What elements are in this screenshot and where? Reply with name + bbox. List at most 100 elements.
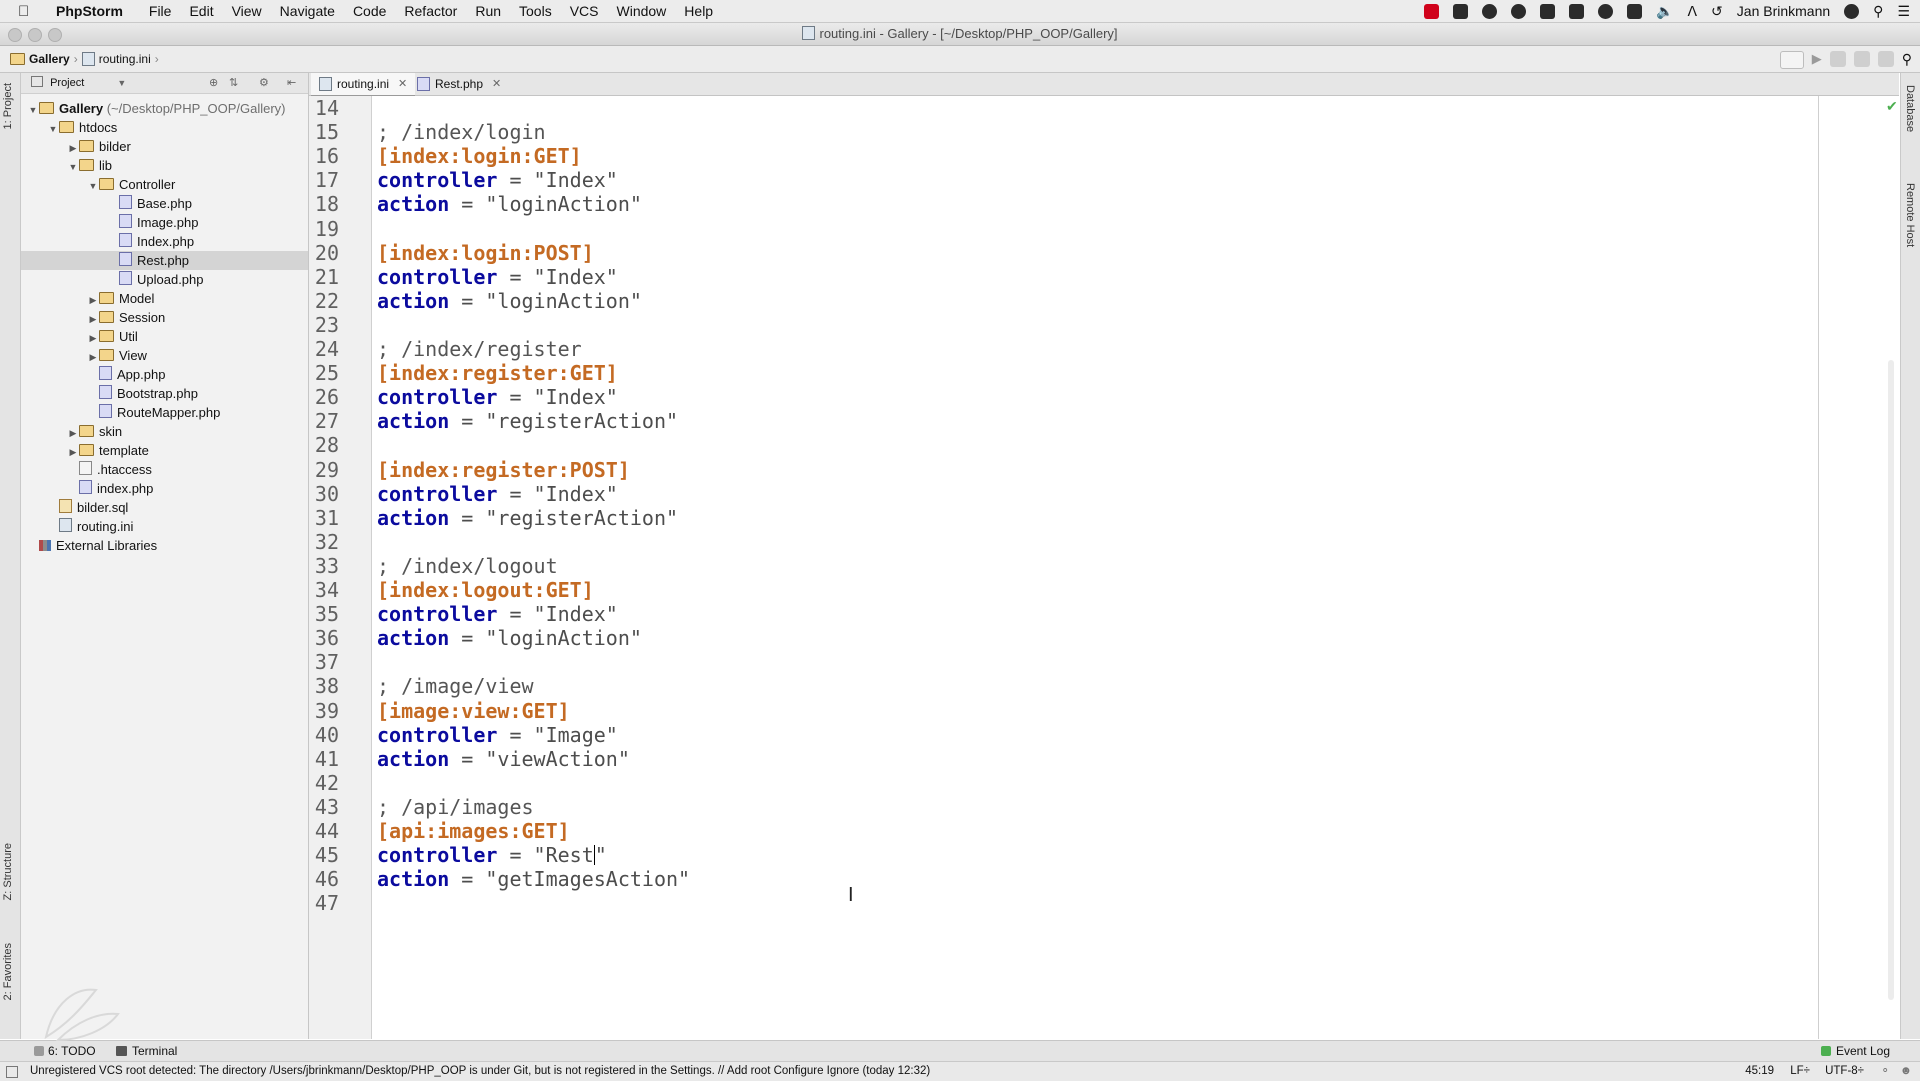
bluetooth-icon[interactable]: ᐱ — [1687, 3, 1697, 20]
notification-center-icon[interactable]: ☰ — [1897, 3, 1910, 20]
apple-icon[interactable]:  — [18, 3, 42, 20]
close-tab-icon[interactable]: ✕ — [492, 73, 501, 95]
code-line[interactable]: action = "viewAction" — [377, 747, 630, 771]
line-number-gutter[interactable]: 14 15 16 17 18 19 20 21 22 23 24 25 26 27 28 29 30 31 32 33… — [309, 96, 372, 1039]
code-line[interactable]: [api:images:GET] — [377, 819, 570, 843]
breadcrumb-file[interactable]: routing.ini — [99, 52, 151, 66]
menu-refactor[interactable]: Refactor — [404, 3, 457, 19]
menu-tools[interactable]: Tools — [519, 3, 552, 19]
inspection-ok-icon[interactable]: ✔ — [1886, 98, 1898, 115]
menu-run[interactable]: Run — [475, 3, 501, 19]
tab-routing-ini[interactable]: routing.ini ✕ — [311, 73, 416, 97]
code-line[interactable]: action = "getImagesAction" — [377, 867, 690, 891]
tree-item[interactable]: .htaccess — [21, 460, 308, 479]
tab-rest-php[interactable]: Rest.php ✕ — [409, 73, 509, 95]
gear-icon[interactable]: ⚙ — [259, 73, 269, 93]
tree-item[interactable]: ▶ View — [21, 346, 308, 365]
tool-windows-toggle-icon[interactable] — [6, 1066, 18, 1078]
tree-item[interactable]: Bootstrap.php — [21, 384, 308, 403]
tree-item[interactable]: Upload.php — [21, 270, 308, 289]
debug-icon[interactable] — [1829, 51, 1846, 67]
file-encoding[interactable]: UTF-8÷ — [1825, 1062, 1864, 1081]
line-separator[interactable]: LF÷ — [1790, 1062, 1810, 1081]
tree-item[interactable]: App.php — [21, 365, 308, 384]
caret-position[interactable]: 45:19 — [1745, 1062, 1774, 1081]
editor-scrollbar[interactable] — [1888, 360, 1894, 1000]
menu-vcs[interactable]: VCS — [570, 3, 599, 19]
code-line[interactable]: ; /index/logout — [377, 554, 558, 578]
info-icon[interactable] — [1598, 3, 1614, 19]
remote-host-tool-button[interactable]: Remote Host — [1904, 183, 1916, 247]
code-line[interactable]: [index:logout:GET] — [377, 578, 594, 602]
tree-item[interactable]: ▶ skin — [21, 422, 308, 441]
database-tool-button[interactable]: Database — [1904, 85, 1916, 132]
sync-icon[interactable] — [1877, 51, 1894, 67]
tree-item[interactable]: index.php — [21, 479, 308, 498]
search-everywhere-icon[interactable]: ⚲ — [1902, 51, 1912, 67]
event-log-tool-button[interactable]: Event Log — [1820, 1044, 1890, 1058]
tree-item[interactable]: ▶ Util — [21, 327, 308, 346]
leaf-icon[interactable] — [1482, 3, 1498, 19]
code-line[interactable]: [index:login:GET] — [377, 144, 582, 168]
tree-item[interactable]: Rest.php — [21, 251, 308, 270]
scroll-from-source-icon[interactable]: ⊕ — [209, 73, 218, 93]
menu-code[interactable]: Code — [353, 3, 386, 19]
tree-item[interactable]: bilder.sql — [21, 498, 308, 517]
code-line[interactable]: action = "registerAction" — [377, 506, 678, 530]
code-line[interactable]: ; /api/images — [377, 795, 534, 819]
coverage-icon[interactable] — [1853, 51, 1870, 67]
close-tab-icon[interactable]: ✕ — [398, 73, 407, 95]
code-line[interactable]: controller = "Index" — [377, 265, 618, 289]
tree-item[interactable]: ▼ Controller — [21, 175, 308, 194]
run-icon[interactable]: ▶ — [1812, 51, 1822, 67]
close-window-button[interactable] — [8, 28, 22, 42]
tree-item[interactable]: ▶ Model — [21, 289, 308, 308]
chevron-down-icon[interactable]: ▼ — [117, 78, 126, 88]
todo-tool-button[interactable]: 6: TODO — [34, 1044, 96, 1058]
spotlight-search-icon[interactable]: ⚲ — [1873, 3, 1883, 20]
tree-item[interactable]: ▼ Gallery (~/Desktop/PHP_OOP/Gallery) — [21, 99, 308, 118]
app-menu[interactable]: PhpStorm — [56, 3, 123, 19]
code-line[interactable]: [index:register:GET] — [377, 361, 618, 385]
code-line[interactable]: controller = "Index" — [377, 602, 618, 626]
menu-edit[interactable]: Edit — [189, 3, 213, 19]
vcs-notification-message[interactable]: Unregistered VCS root detected: The dire… — [30, 1062, 930, 1081]
code-line[interactable]: controller = "Index" — [377, 168, 618, 192]
plus-cross-icon[interactable] — [1569, 3, 1585, 19]
code-line[interactable]: action = "loginAction" — [377, 289, 642, 313]
structure-tool-button[interactable]: Z: Structure — [2, 843, 14, 900]
run-config-dropdown[interactable] — [1779, 51, 1804, 69]
code-line[interactable]: ; /image/view — [377, 674, 534, 698]
record-icon[interactable] — [1424, 3, 1440, 19]
code-line[interactable]: action = "registerAction" — [377, 409, 678, 433]
code-line[interactable]: ; /index/register — [377, 337, 582, 361]
dropbox-icon[interactable] — [1453, 3, 1469, 19]
code-line[interactable]: action = "loginAction" — [377, 626, 642, 650]
tree-item[interactable]: External Libraries — [21, 536, 308, 555]
volume-icon[interactable]: 🔈 — [1656, 3, 1673, 20]
code-line[interactable]: controller = "Rest" — [377, 843, 607, 867]
code-line[interactable]: ; /index/login — [377, 120, 546, 144]
tree-item[interactable]: routing.ini — [21, 517, 308, 536]
zoom-window-button[interactable] — [48, 28, 62, 42]
project-tool-button[interactable]: 1: Project — [2, 83, 14, 129]
menu-view[interactable]: View — [232, 3, 262, 19]
profile-icon[interactable] — [1844, 3, 1860, 19]
tree-item[interactable]: ▶ Session — [21, 308, 308, 327]
menu-file[interactable]: File — [149, 3, 172, 19]
code-line[interactable]: [index:register:POST] — [377, 458, 630, 482]
tree-item[interactable]: Base.php — [21, 194, 308, 213]
user-name[interactable]: Jan Brinkmann — [1737, 3, 1830, 19]
favorites-tool-button[interactable]: 2: Favorites — [2, 943, 14, 1000]
minimize-window-button[interactable] — [28, 28, 42, 42]
code-line[interactable]: [image:view:GET] — [377, 699, 570, 723]
code-editor[interactable]: ; /index/login [index:login:GET] controlle… — [372, 96, 1899, 1039]
tree-item[interactable]: Image.php — [21, 213, 308, 232]
hector-icon[interactable]: ☻ — [1900, 1062, 1912, 1081]
tree-item[interactable]: ▶ bilder — [21, 137, 308, 156]
tree-item[interactable]: ▼ htdocs — [21, 118, 308, 137]
lock-icon[interactable]: ⚬ — [1880, 1062, 1890, 1081]
tree-item[interactable]: RouteMapper.php — [21, 403, 308, 422]
code-line[interactable]: controller = "Index" — [377, 385, 618, 409]
menu-help[interactable]: Help — [684, 3, 713, 19]
